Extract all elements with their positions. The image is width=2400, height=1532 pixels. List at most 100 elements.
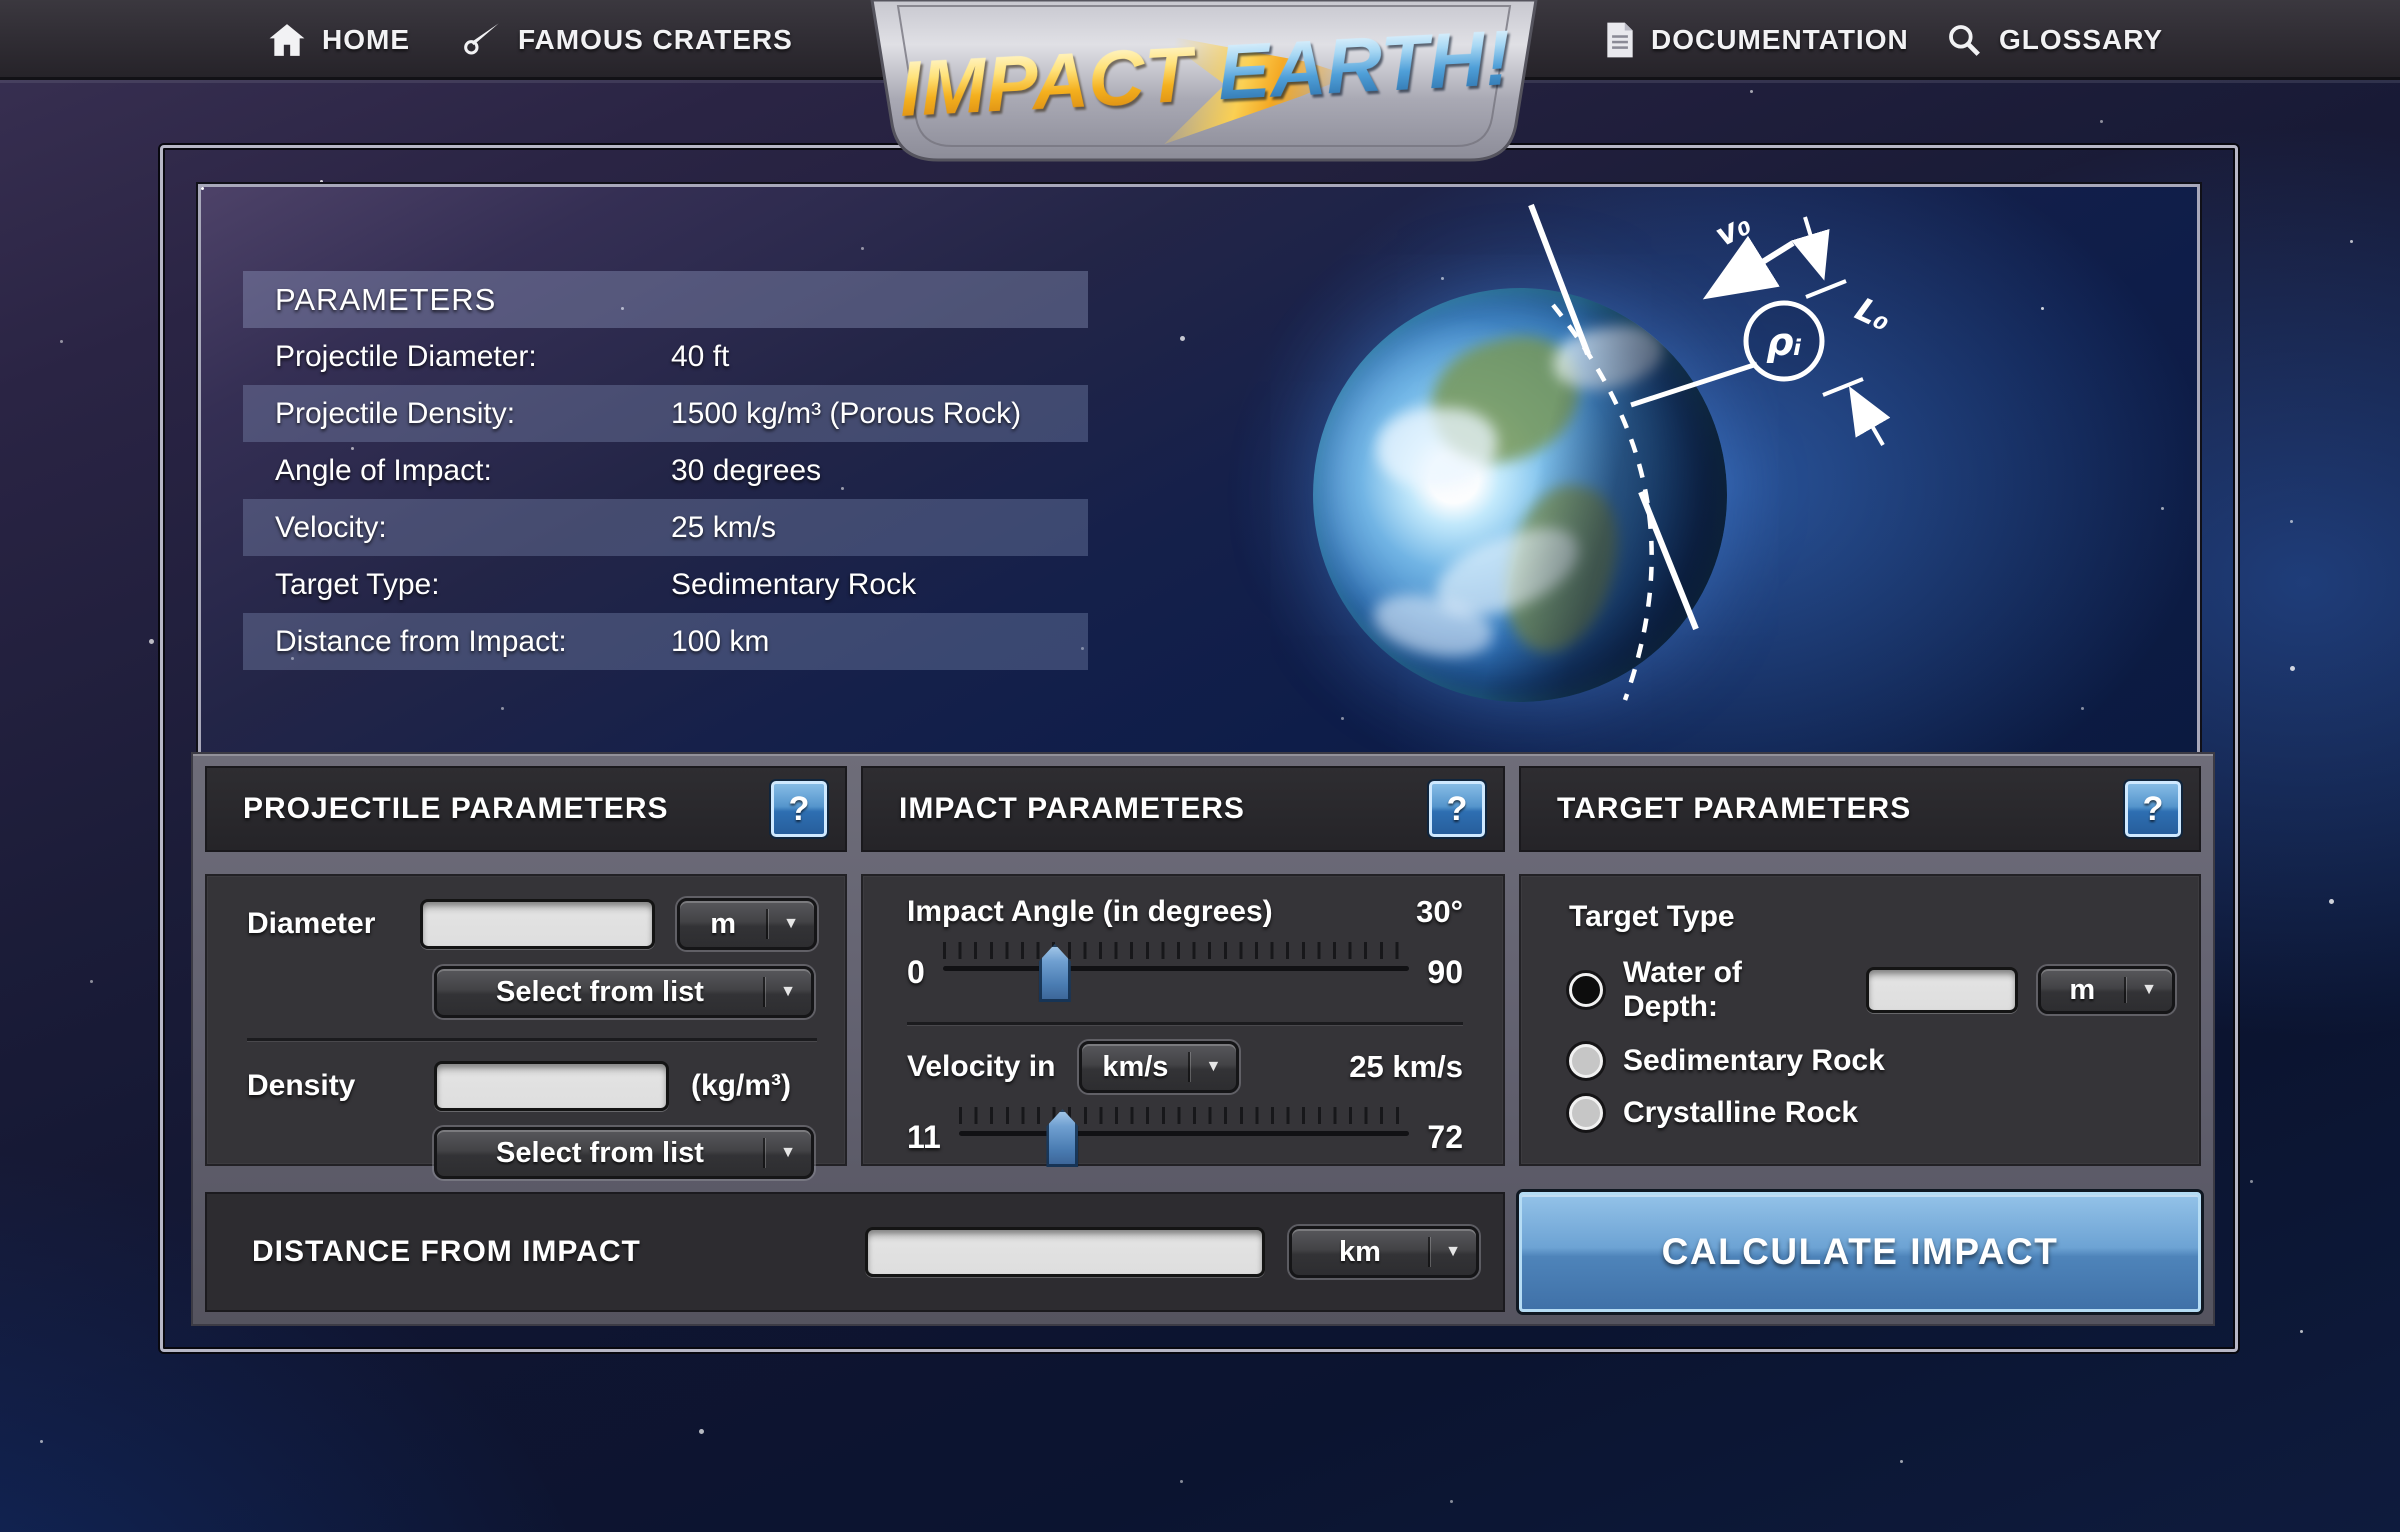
radio-button-water[interactable] (1569, 973, 1603, 1007)
summary-row: Velocity: 25 km/s (243, 499, 1088, 556)
summary-value: 25 km/s (671, 511, 1088, 545)
water-depth-unit-value: m (2041, 969, 2124, 1011)
slider-ticks (943, 942, 1410, 959)
slider-track[interactable] (959, 1131, 1410, 1136)
impact-angle-slider[interactable] (943, 936, 1410, 1008)
velocity-max-label: 72 (1427, 1119, 1463, 1156)
summary-header: PARAMETERS (243, 271, 1088, 328)
summary-value: 1500 kg/m³ (Porous Rock) (671, 397, 1088, 431)
velocity-slider[interactable] (959, 1101, 1410, 1173)
velocity-arrow (1713, 243, 1793, 293)
radio-option-water[interactable]: Water of Depth: m ▼ (1569, 956, 2175, 1024)
dimension-arrow-bottom (1853, 393, 1883, 445)
velocity-unit-dropdown[interactable]: km/s ▼ (1079, 1041, 1239, 1093)
summary-value: 40 ft (671, 340, 1088, 374)
density-unit-note: (kg/m³) (691, 1069, 791, 1103)
velocity-label: Velocity in (907, 1050, 1055, 1084)
summary-value: 100 km (671, 625, 1088, 659)
density-symbol: ρᵢ (1766, 320, 1802, 364)
angle-max-label: 90 (1427, 954, 1463, 991)
nav-item-documentation[interactable]: DOCUMENTATION (1605, 0, 1909, 80)
radio-label-water: Water of Depth: (1623, 956, 1832, 1024)
projectile-panel-header: PROJECTILE PARAMETERS ? (205, 766, 847, 852)
nav-item-home[interactable]: HOME (268, 0, 410, 80)
summary-row: Angle of Impact: 30 degrees (243, 442, 1088, 499)
target-help-button[interactable]: ? (2125, 781, 2181, 837)
hero-section: ρᵢ v₀ L₀ PARAMETERS Projectile Diameter:… (198, 184, 2200, 758)
panel-divider (907, 1022, 1463, 1025)
dimension-tick-bottom (1823, 379, 1863, 395)
dimension-tick-top (1806, 281, 1846, 297)
impact-help-button[interactable]: ? (1429, 781, 1485, 837)
target-type-group-label: Target Type (1569, 900, 2175, 934)
distance-unit-dropdown[interactable]: km ▼ (1289, 1226, 1479, 1278)
distance-input[interactable] (865, 1227, 1265, 1277)
projectile-panel-title: PROJECTILE PARAMETERS (243, 792, 669, 826)
summary-label: Target Type: (243, 568, 671, 602)
water-depth-unit-dropdown[interactable]: m ▼ (2038, 966, 2175, 1014)
summary-value: Sedimentary Rock (671, 568, 1088, 602)
radio-button-crystalline[interactable] (1569, 1096, 1603, 1130)
distance-from-impact-bar: DISTANCE FROM IMPACT km ▼ (205, 1192, 1505, 1312)
parameters-summary: PARAMETERS Projectile Diameter: 40 ft Pr… (243, 271, 1088, 670)
angle-min-label: 0 (907, 954, 925, 991)
slider-track[interactable] (943, 966, 1410, 971)
dimension-arrow-top (1805, 217, 1822, 273)
home-icon (268, 22, 306, 58)
summary-label: Velocity: (243, 511, 671, 545)
diameter-preset-dropdown[interactable]: Select from list ▼ (434, 966, 814, 1018)
logo-word-earth: EARTH! (1215, 13, 1512, 116)
nav-label: HOME (322, 24, 410, 56)
diameter-input[interactable] (420, 899, 655, 949)
radio-option-crystalline[interactable]: Crystalline Rock (1569, 1096, 2175, 1130)
summary-label: Distance from Impact: (243, 625, 671, 659)
chevron-down-icon: ▼ (768, 901, 814, 947)
diameter-label: Diameter (247, 907, 398, 941)
projectile-help-button[interactable]: ? (771, 781, 827, 837)
radio-button-sedimentary[interactable] (1569, 1044, 1603, 1078)
density-input[interactable] (434, 1061, 669, 1111)
earth-terminator-shade (1313, 288, 1727, 702)
summary-row: Projectile Density: 1500 kg/m³ (Porous R… (243, 385, 1088, 442)
target-panel-body: Target Type Water of Depth: m ▼ Sediment… (1519, 874, 2201, 1166)
impact-panel-body: Impact Angle (in degrees) 30° 0 90 Veloc… (861, 874, 1505, 1166)
velocity-min-label: 11 (907, 1119, 941, 1156)
chevron-down-icon: ▼ (765, 969, 811, 1015)
diameter-preset-label: Select from list (437, 969, 763, 1015)
summary-row: Projectile Diameter: 40 ft (243, 328, 1088, 385)
nav-label: FAMOUS CRATERS (518, 24, 793, 56)
radio-label-crystalline: Crystalline Rock (1623, 1096, 1858, 1130)
chevron-down-icon: ▼ (1430, 1229, 1476, 1275)
projectile-circle (1746, 303, 1822, 379)
diameter-unit-value: m (680, 901, 766, 947)
earth-illustration (1313, 288, 1727, 702)
water-depth-input[interactable] (1866, 967, 2018, 1013)
summary-title: PARAMETERS (243, 282, 671, 318)
document-icon (1605, 21, 1635, 59)
calculate-impact-button[interactable]: CALCULATE IMPACT (1519, 1192, 2201, 1312)
summary-value: 30 degrees (671, 454, 1088, 488)
impact-panel-header: IMPACT PARAMETERS ? (861, 766, 1505, 852)
diameter-unit-dropdown[interactable]: m ▼ (677, 898, 817, 950)
distance-label: DISTANCE FROM IMPACT (252, 1235, 641, 1269)
nav-item-glossary[interactable]: GLOSSARY (1945, 0, 2163, 80)
nav-label: GLOSSARY (1999, 24, 2163, 56)
density-label: Density (247, 1069, 412, 1103)
velocity-value: 25 km/s (1349, 1049, 1463, 1085)
nav-item-famous-craters[interactable]: FAMOUS CRATERS (462, 0, 793, 80)
radio-option-sedimentary[interactable]: Sedimentary Rock (1569, 1044, 2175, 1078)
velocity-symbol: v₀ (1709, 204, 1758, 254)
impact-angle-value: 30° (1416, 894, 1463, 930)
summary-label: Angle of Impact: (243, 454, 671, 488)
nav-label: DOCUMENTATION (1651, 24, 1909, 56)
summary-row: Target Type: Sedimentary Rock (243, 556, 1088, 613)
density-preset-dropdown[interactable]: Select from list ▼ (434, 1127, 814, 1179)
velocity-unit-value: km/s (1082, 1044, 1188, 1090)
chevron-down-icon: ▼ (2126, 969, 2172, 1011)
meteor-icon (462, 20, 502, 60)
projectile-panel-body: Diameter m ▼ Select from list ▼ Density … (205, 874, 847, 1166)
slider-ticks (959, 1107, 1410, 1124)
chevron-down-icon: ▼ (1190, 1044, 1236, 1090)
diameter-symbol: L₀ (1850, 290, 1897, 339)
panel-divider (247, 1038, 817, 1041)
